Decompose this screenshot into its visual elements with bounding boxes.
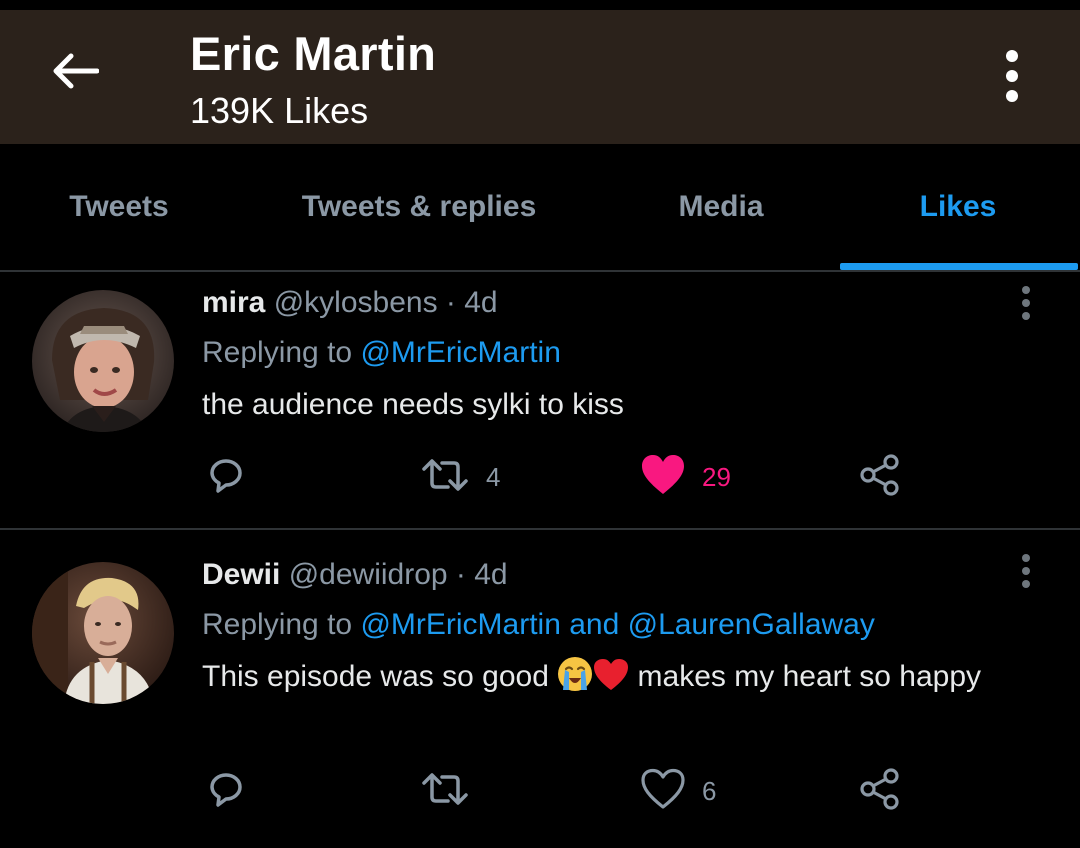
tweet-text: This episode was so good makes my heart … — [202, 656, 982, 704]
tweet-time: 4d — [474, 558, 508, 591]
tweet-more-button[interactable] — [1008, 282, 1044, 328]
author-handle: @dewiidrop · 4d — [288, 558, 508, 591]
author-handle-text: @kylosbens — [273, 286, 438, 319]
arrow-left-icon — [51, 51, 100, 96]
loudly-crying-face-icon — [557, 656, 593, 704]
more-options-button[interactable] — [986, 38, 1038, 118]
tweet-text-part: makes my heart so happy — [629, 660, 982, 693]
author-name[interactable]: Dewii — [202, 558, 280, 591]
replying-to-line: Replying to @MrEricMartin and @LaurenGal… — [202, 608, 875, 642]
tweet-item[interactable]: mira @kylosbens · 4d Replying to @MrEric… — [0, 272, 1080, 528]
status-strip — [0, 0, 1080, 10]
author-name[interactable]: mira — [202, 286, 265, 319]
heart-filled-icon — [640, 454, 686, 501]
red-heart-icon — [593, 658, 629, 704]
tweet-more-button[interactable] — [1008, 550, 1044, 596]
author-handle-text: @dewiidrop — [288, 558, 448, 591]
like-count: 29 — [702, 461, 731, 492]
replying-prefix: Replying to — [202, 608, 361, 641]
share-icon — [858, 453, 902, 502]
replying-prefix: Replying to — [202, 336, 361, 369]
like-button[interactable]: 6 — [640, 766, 716, 816]
retweet-icon — [420, 453, 470, 502]
heart-outline-icon — [640, 768, 686, 815]
page-subtitle: 139K Likes — [190, 90, 369, 131]
tab-media[interactable]: Media — [640, 144, 802, 270]
avatar[interactable] — [32, 562, 174, 704]
tweet-text-part: This episode was so good — [202, 660, 558, 693]
active-tab-indicator — [840, 263, 1078, 270]
share-button[interactable] — [858, 766, 902, 816]
profile-header: Eric Martin 139K Likes — [0, 10, 1080, 144]
retweet-count: 4 — [486, 461, 501, 492]
tab-likes[interactable]: Likes — [862, 144, 1054, 270]
replying-mention[interactable]: @MrEricMartin — [360, 336, 560, 369]
replying-to-line: Replying to @MrEricMartin — [202, 336, 561, 370]
retweet-button[interactable]: 4 — [420, 452, 500, 502]
app-screen: Eric Martin 139K Likes Tweets Tweets & r… — [0, 0, 1080, 848]
back-button[interactable] — [36, 38, 114, 108]
tab-tweets-and-replies[interactable]: Tweets & replies — [270, 144, 568, 270]
avatar[interactable] — [32, 290, 174, 432]
reply-button[interactable] — [204, 452, 248, 502]
replying-mention[interactable]: @MrEricMartin and @LaurenGallaway — [360, 608, 874, 641]
tab-tweets[interactable]: Tweets — [36, 144, 202, 270]
reply-button[interactable] — [204, 766, 248, 816]
share-button[interactable] — [858, 452, 902, 502]
more-vertical-icon — [1021, 553, 1031, 594]
tweet-item[interactable]: Dewii @dewiidrop · 4d Replying to @MrEri… — [0, 530, 1080, 848]
tweet-header: mira @kylosbens · 4d — [202, 286, 498, 320]
reply-icon — [204, 767, 248, 816]
page-title: Eric Martin — [190, 27, 437, 80]
retweet-icon — [420, 767, 470, 816]
like-button[interactable]: 29 — [640, 452, 731, 502]
author-handle: @kylosbens · 4d — [273, 286, 498, 319]
like-count: 6 — [702, 775, 717, 806]
tweet-text: the audience needs sylki to kiss — [202, 388, 624, 421]
profile-tabs: Tweets Tweets & replies Media Likes — [0, 144, 1080, 270]
more-vertical-icon — [1004, 48, 1020, 109]
retweet-button[interactable] — [420, 766, 486, 816]
tweet-time: 4d — [464, 286, 498, 319]
tweet-header: Dewii @dewiidrop · 4d — [202, 558, 508, 592]
more-vertical-icon — [1021, 285, 1031, 326]
share-icon — [858, 767, 902, 816]
reply-icon — [204, 453, 248, 502]
